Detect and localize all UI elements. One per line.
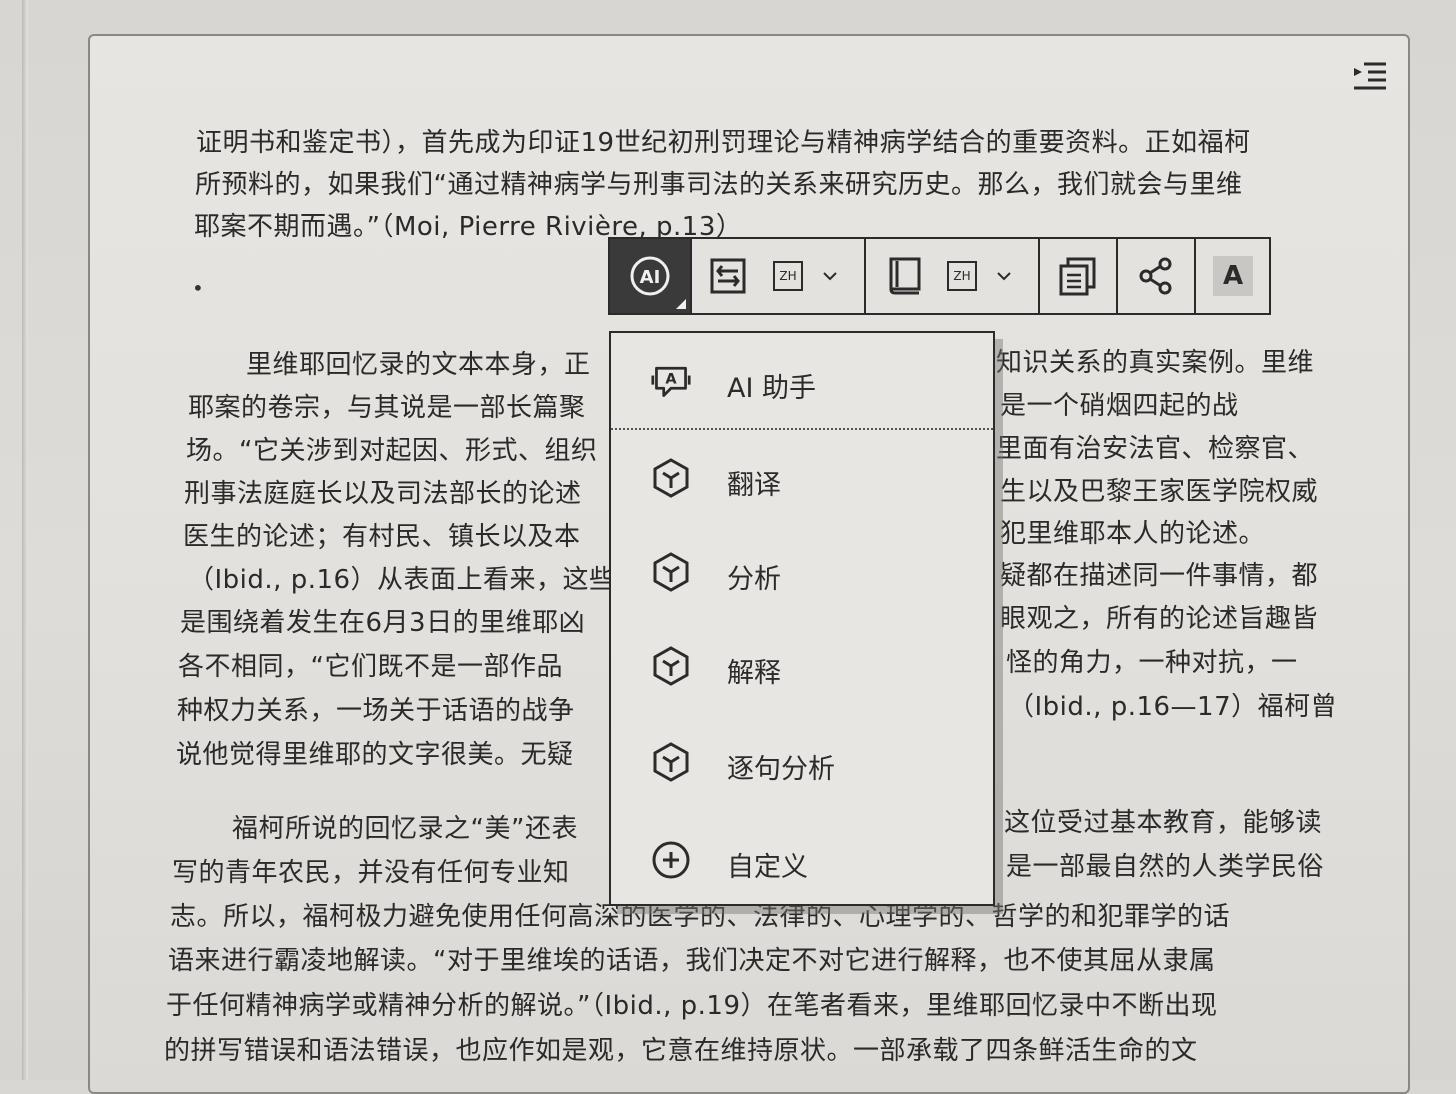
menu-item-label: 分析	[727, 564, 781, 595]
menu-item-custom[interactable]: 自定义	[611, 815, 993, 905]
plus-circle-icon	[652, 841, 690, 879]
page-text-line[interactable]: （Ibid., p.16）从表面上看来，这些	[188, 559, 616, 596]
page-text-line[interactable]: 里维耶回忆录的文本本身，正	[246, 344, 591, 381]
translate-icon	[710, 258, 746, 294]
cube-icon	[653, 458, 689, 498]
menu-item-analyze[interactable]: 分析	[611, 527, 993, 617]
expand-corner-icon	[676, 299, 686, 309]
dictionary-icon	[889, 257, 921, 295]
ai-assistant-button[interactable]: AI	[610, 239, 690, 313]
page-text-fragment[interactable]: 这位受过基本教育，能够读	[1004, 802, 1322, 839]
page-text-fragment[interactable]: 里面有治安法官、检察官、	[996, 428, 1314, 465]
menu-item-sentence-analysis[interactable]: 逐句分析	[611, 717, 993, 807]
dictionary-button[interactable]	[882, 239, 926, 313]
dictionary-language-label: ZH	[947, 261, 977, 291]
menu-item-label: 翻译	[727, 470, 781, 501]
page-text-line[interactable]: 的拼写错误和语法错误，也应作如是观，它意在维持原状。一部承载了四条鲜活生命的文	[164, 1030, 1198, 1067]
page-text-fragment[interactable]: 是一部最自然的人类学民俗	[1006, 846, 1324, 883]
page-text-line[interactable]: 说他觉得里维耶的文字很美。无疑	[176, 734, 574, 771]
dictionary-language-dropdown[interactable]	[990, 239, 1018, 313]
svg-text:AI: AI	[640, 267, 661, 288]
page-text-line[interactable]: 种权力关系，一场关于话语的战争	[177, 690, 575, 727]
menu-item-label: 逐句分析	[727, 754, 835, 785]
device-bezel	[22, 0, 28, 1080]
font-label: A	[1213, 256, 1253, 296]
font-settings-button[interactable]: A	[1196, 239, 1270, 313]
page-text-fragment[interactable]: 疑都在描述同一件事情，都	[1000, 555, 1318, 592]
page-text-line[interactable]: 证明书和鉴定书），首先成为印证19世纪初刑罚理论与精神病学结合的重要资料。正如福…	[196, 122, 1251, 159]
ai-assistant-icon: AI	[630, 256, 670, 296]
copy-text-icon	[1059, 257, 1096, 296]
ai-assistant-menu: A AI 助手 翻译 分析 解释 逐句分析 自定义	[609, 331, 995, 906]
menu-item-label: 自定义	[727, 852, 808, 883]
page-text-line[interactable]: 各不相同，“它们既不是一部作品	[178, 646, 563, 683]
translate-language-dropdown[interactable]	[816, 239, 844, 313]
page-text-line[interactable]: 写的青年农民，并没有任何专业知	[172, 852, 570, 889]
toolbar-divider	[690, 239, 692, 313]
translate-language-label: ZH	[773, 261, 803, 291]
selection-toolbar: AI ZH ZH A	[608, 237, 1271, 315]
cube-icon	[653, 646, 689, 686]
cube-icon	[653, 552, 689, 592]
page-text-line[interactable]: 所预料的，如果我们“通过精神病学与刑事司法的关系来研究历史。那么，我们就会与里维	[195, 164, 1242, 201]
menu-item-label: 解释	[727, 658, 781, 689]
page-text-fragment[interactable]: 生以及巴黎王家医学院权威	[1000, 471, 1318, 508]
copy-button[interactable]	[1040, 239, 1116, 313]
translate-button[interactable]	[706, 239, 750, 313]
e-reader-device: 证明书和鉴定书），首先成为印证19世纪初刑罚理论与精神病学结合的重要资料。正如福…	[0, 0, 1456, 1094]
ai-chat-icon: A	[651, 366, 691, 397]
page-text-line[interactable]: 福柯所说的回忆录之“美”还表	[232, 808, 578, 845]
cube-icon	[653, 742, 689, 782]
menu-item-explain[interactable]: 解释	[611, 621, 993, 711]
bookmark-dot: •	[192, 276, 204, 300]
toolbar-divider	[864, 239, 866, 313]
chevron-down-icon	[823, 272, 837, 281]
chevron-down-icon	[997, 272, 1011, 281]
page-text-fragment[interactable]: （Ibid., p.16—17）福柯曾	[1008, 686, 1337, 723]
menu-separator	[611, 428, 993, 430]
page-text-line[interactable]: 语来进行霸凌地解读。“对于里维埃的话语，我们决定不对它进行解释，也不使其屈从隶属	[168, 940, 1215, 977]
page-text-line[interactable]: 耶案的卷宗，与其说是一部长篇聚	[188, 387, 586, 424]
page-text-line[interactable]: 于任何精神病学或精神分析的解说。”（Ibid., p.19）在笔者看来，里维耶回…	[166, 985, 1218, 1022]
table-of-contents-icon[interactable]	[1352, 60, 1388, 92]
translate-language-select[interactable]: ZH	[768, 239, 808, 313]
page-text-line[interactable]: 场。“它关涉到对起因、形式、组织	[186, 430, 597, 467]
page-text-line[interactable]: 医生的论述；有村民、镇长以及本	[183, 516, 581, 553]
page-text-fragment[interactable]: 犯里维耶本人的论述。	[1000, 513, 1265, 550]
menu-item-translate[interactable]: 翻译	[611, 433, 993, 523]
page-text-fragment[interactable]: 眼观之，所有的论述旨趣皆	[1000, 598, 1318, 635]
share-button[interactable]	[1118, 239, 1194, 313]
page-text-fragment[interactable]: 是一个硝烟四起的战	[1000, 385, 1239, 422]
page-text-line[interactable]: 是围绕着发生在6月3日的里维耶凶	[180, 602, 585, 639]
dictionary-language-select[interactable]: ZH	[942, 239, 982, 313]
page-text-line[interactable]: 刑事法庭庭长以及司法部长的论述	[184, 473, 582, 510]
svg-text:A: A	[665, 372, 677, 388]
menu-item-label: AI 助手	[727, 373, 817, 404]
share-icon	[1139, 257, 1172, 295]
page-text-fragment[interactable]: 怪的角力，一种对抗，一	[1006, 642, 1298, 679]
page-text-fragment[interactable]: 知识关系的真实案例。里维	[996, 342, 1314, 379]
menu-item-ai-assistant[interactable]: A AI 助手	[611, 336, 993, 426]
